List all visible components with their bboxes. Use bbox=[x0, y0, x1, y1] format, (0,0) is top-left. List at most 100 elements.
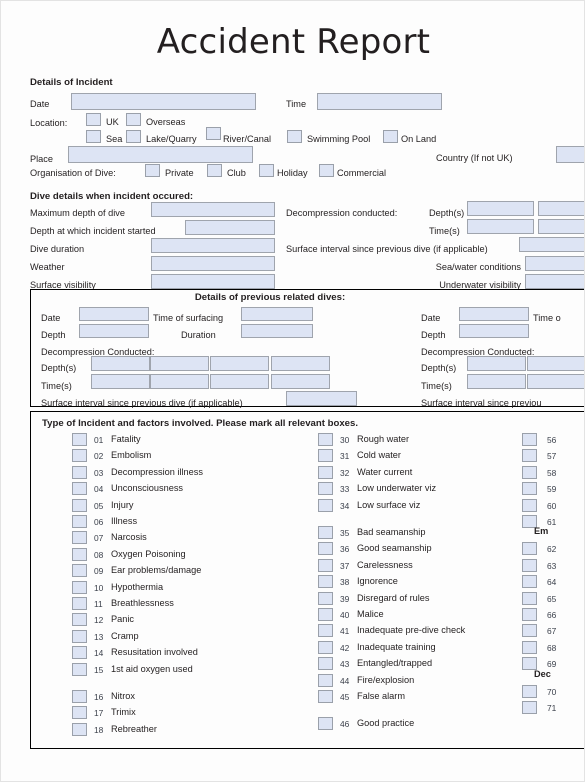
checkbox-incident-59[interactable] bbox=[522, 482, 537, 496]
checkbox-incident-66[interactable] bbox=[522, 608, 537, 621]
checkbox-incident-34[interactable] bbox=[318, 498, 333, 512]
checkbox-org-holiday[interactable] bbox=[259, 164, 274, 177]
input-prev2-depth-2[interactable] bbox=[527, 356, 584, 371]
input-prev1-depth-4[interactable] bbox=[271, 356, 330, 371]
input-sea-water-conditions[interactable] bbox=[525, 256, 584, 271]
input-prev1-date[interactable] bbox=[79, 307, 149, 321]
checkbox-incident-31[interactable] bbox=[318, 449, 333, 463]
checkbox-incident-04[interactable] bbox=[72, 482, 87, 496]
input-prev2-time-2[interactable] bbox=[527, 374, 584, 389]
checkbox-incident-16[interactable] bbox=[72, 690, 87, 703]
input-prev1-time-3[interactable] bbox=[210, 374, 269, 389]
input-prev1-duration[interactable] bbox=[241, 324, 313, 338]
checkbox-incident-37[interactable] bbox=[318, 558, 333, 572]
checkbox-incident-38[interactable] bbox=[318, 575, 333, 589]
checkbox-incident-41[interactable] bbox=[318, 624, 333, 638]
checkbox-incident-60[interactable] bbox=[522, 498, 537, 512]
checkbox-incident-15[interactable] bbox=[72, 662, 87, 676]
incident-number-70: 70 bbox=[547, 686, 557, 697]
input-surface-interval[interactable] bbox=[519, 237, 584, 252]
checkbox-incident-71[interactable] bbox=[522, 701, 537, 714]
checkbox-incident-33[interactable] bbox=[318, 482, 333, 496]
incident-label-45: False alarm bbox=[357, 691, 405, 701]
checkbox-incident-35[interactable] bbox=[318, 526, 333, 539]
input-prev1-depth-3[interactable] bbox=[210, 356, 269, 371]
input-prev1-depth-2[interactable] bbox=[150, 356, 209, 371]
input-prev2-depth[interactable] bbox=[459, 324, 529, 338]
checkbox-incident-12[interactable] bbox=[72, 613, 87, 627]
checkbox-incident-07[interactable] bbox=[72, 531, 87, 545]
checkbox-incident-70[interactable] bbox=[522, 684, 537, 698]
checkbox-org-private[interactable] bbox=[145, 164, 160, 177]
input-prev1-time-4[interactable] bbox=[271, 374, 330, 389]
checkbox-incident-63[interactable] bbox=[522, 558, 537, 572]
checkbox-incident-11[interactable] bbox=[72, 597, 87, 610]
checkbox-incident-64[interactable] bbox=[522, 575, 537, 589]
input-underwater-visibility[interactable] bbox=[525, 274, 584, 289]
input-place[interactable] bbox=[68, 146, 253, 163]
input-prev2-time-1[interactable] bbox=[467, 374, 526, 389]
checkbox-location-uk[interactable] bbox=[86, 113, 101, 126]
checkbox-location-swimming-pool[interactable] bbox=[287, 130, 302, 143]
checkbox-incident-36[interactable] bbox=[318, 542, 333, 556]
checkbox-incident-39[interactable] bbox=[318, 591, 333, 605]
checkbox-incident-10[interactable] bbox=[72, 580, 87, 594]
checkbox-incident-67[interactable] bbox=[522, 624, 537, 638]
checkbox-incident-32[interactable] bbox=[318, 465, 333, 479]
checkbox-incident-44[interactable] bbox=[318, 673, 333, 687]
checkbox-incident-57[interactable] bbox=[522, 449, 537, 463]
checkbox-incident-03[interactable] bbox=[72, 465, 87, 479]
input-decompression-time-1[interactable] bbox=[467, 219, 534, 234]
checkbox-incident-17[interactable] bbox=[72, 706, 87, 720]
input-prev1-time-1[interactable] bbox=[91, 374, 150, 389]
input-prev1-time-2[interactable] bbox=[150, 374, 209, 389]
checkbox-incident-08[interactable] bbox=[72, 547, 87, 561]
checkbox-incident-14[interactable] bbox=[72, 646, 87, 660]
checkbox-incident-09[interactable] bbox=[72, 564, 87, 578]
checkbox-location-on-land[interactable] bbox=[383, 130, 398, 143]
label-prev1-depth: Depth bbox=[41, 330, 66, 340]
input-incident-date[interactable] bbox=[71, 93, 256, 110]
input-prev2-date[interactable] bbox=[459, 307, 529, 321]
checkbox-incident-68[interactable] bbox=[522, 640, 537, 654]
input-prev1-time-of-surfacing[interactable] bbox=[241, 307, 313, 321]
checkbox-incident-18[interactable] bbox=[72, 722, 87, 736]
checkbox-incident-02[interactable] bbox=[72, 449, 87, 463]
checkbox-org-commercial[interactable] bbox=[319, 164, 334, 177]
input-maximum-depth-of-dive[interactable] bbox=[151, 202, 275, 217]
input-prev1-surface-interval[interactable] bbox=[286, 391, 357, 406]
incident-number-39: 39 bbox=[340, 593, 350, 604]
checkbox-location-lake-quarry[interactable] bbox=[126, 130, 141, 143]
checkbox-incident-62[interactable] bbox=[522, 542, 537, 556]
input-prev1-depth-1[interactable] bbox=[91, 356, 150, 371]
checkbox-incident-42[interactable] bbox=[318, 640, 333, 654]
input-dive-duration[interactable] bbox=[151, 238, 275, 253]
input-prev1-depth[interactable] bbox=[79, 324, 149, 338]
checkbox-location-overseas[interactable] bbox=[126, 113, 141, 126]
checkbox-incident-30[interactable] bbox=[318, 433, 333, 446]
checkbox-incident-65[interactable] bbox=[522, 591, 537, 605]
checkbox-location-river-canal[interactable] bbox=[206, 127, 221, 140]
incident-number-38: 38 bbox=[340, 577, 350, 588]
checkbox-incident-06[interactable] bbox=[72, 515, 87, 528]
checkbox-incident-43[interactable] bbox=[318, 657, 333, 671]
input-decompression-depth-1[interactable] bbox=[467, 201, 534, 216]
checkbox-incident-13[interactable] bbox=[72, 629, 87, 643]
input-decompression-time-2[interactable] bbox=[538, 219, 584, 234]
input-depth-at-which-incident-started[interactable] bbox=[185, 220, 275, 235]
checkbox-incident-45[interactable] bbox=[318, 690, 333, 703]
checkbox-incident-58[interactable] bbox=[522, 465, 537, 479]
input-country[interactable] bbox=[556, 146, 584, 163]
checkbox-incident-56[interactable] bbox=[522, 433, 537, 446]
input-weather[interactable] bbox=[151, 256, 275, 271]
checkbox-incident-40[interactable] bbox=[318, 608, 333, 621]
input-incident-time[interactable] bbox=[317, 93, 442, 110]
input-surface-visibility[interactable] bbox=[151, 274, 275, 289]
checkbox-incident-46[interactable] bbox=[318, 717, 333, 731]
input-decompression-depth-2[interactable] bbox=[538, 201, 584, 216]
checkbox-incident-01[interactable] bbox=[72, 433, 87, 446]
checkbox-incident-05[interactable] bbox=[72, 498, 87, 512]
checkbox-org-club[interactable] bbox=[207, 164, 222, 177]
input-prev2-depth-1[interactable] bbox=[467, 356, 526, 371]
checkbox-location-sea[interactable] bbox=[86, 130, 101, 143]
